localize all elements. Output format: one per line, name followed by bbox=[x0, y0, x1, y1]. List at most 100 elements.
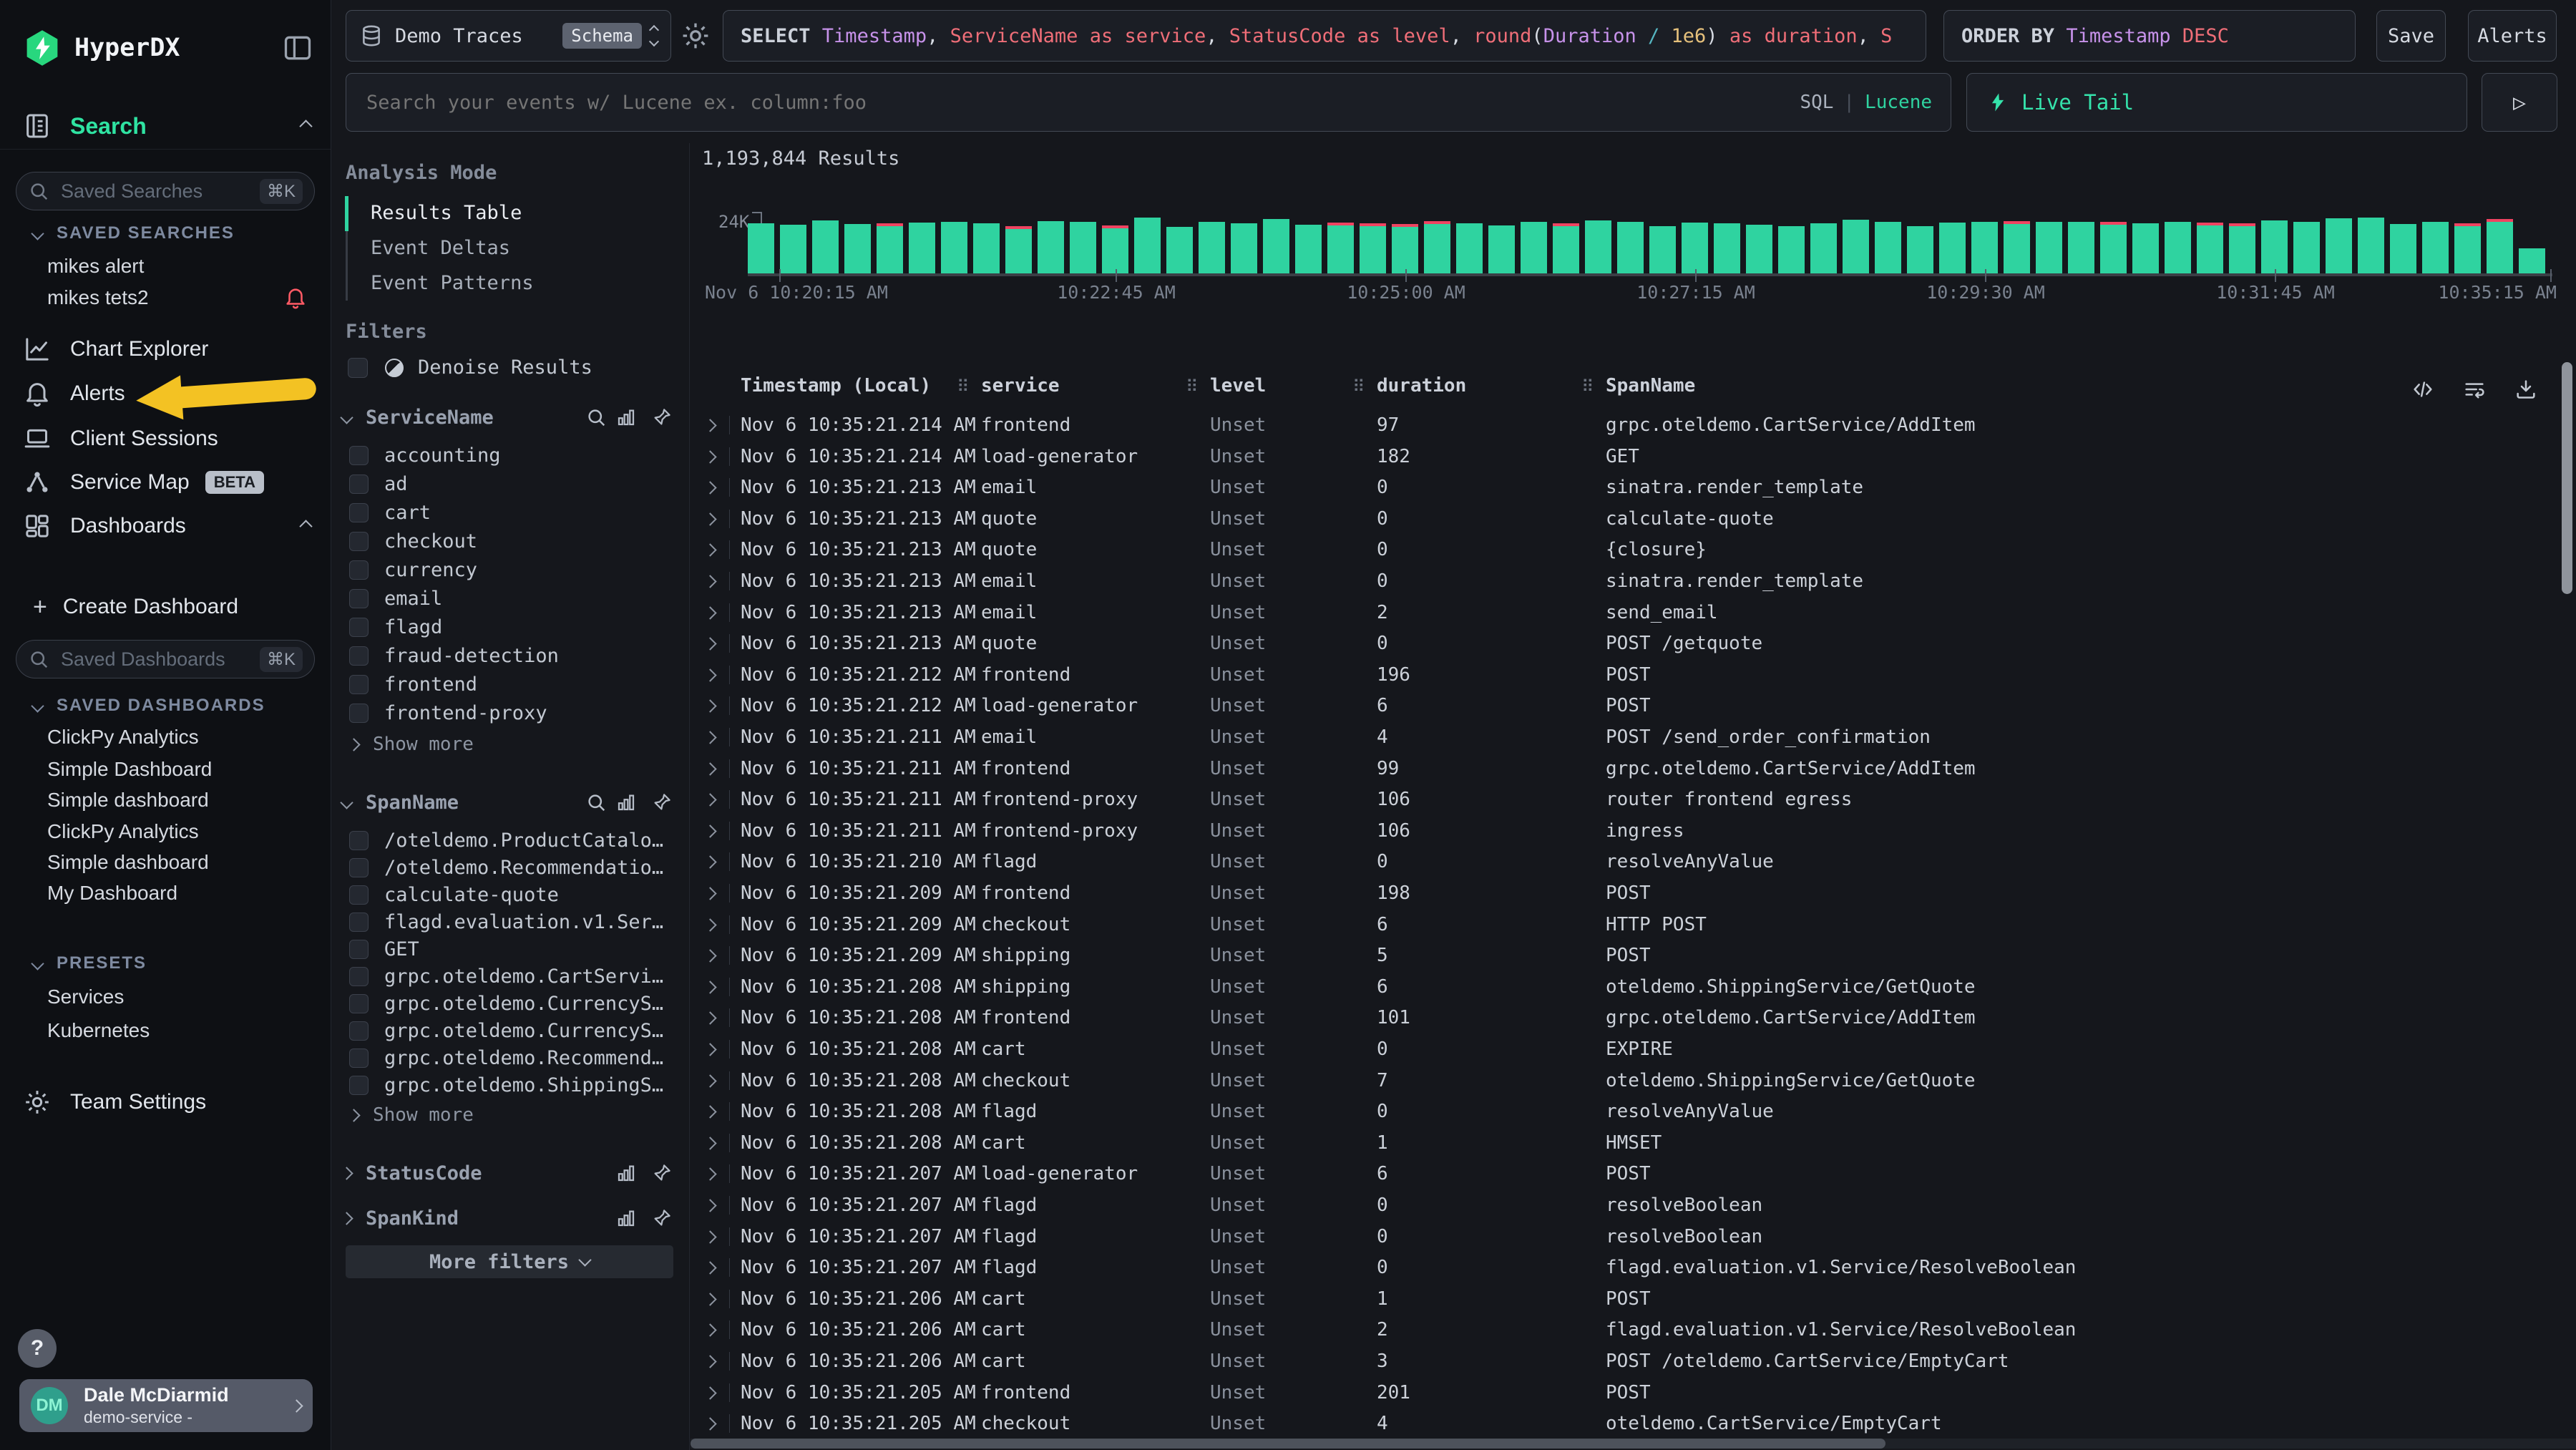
bar-chart-icon[interactable] bbox=[615, 792, 637, 813]
saved-dashboards-search[interactable]: ⌘K bbox=[16, 640, 315, 678]
histogram-bar[interactable] bbox=[1263, 219, 1289, 273]
histogram-bar[interactable] bbox=[1843, 220, 1869, 273]
download-icon[interactable] bbox=[2514, 378, 2537, 401]
checkbox[interactable] bbox=[349, 675, 369, 694]
filter-group-spankind[interactable]: SpanKind bbox=[342, 1206, 675, 1230]
saved-searches-section-header[interactable]: SAVED SEARCHES bbox=[33, 223, 235, 244]
expand-row-icon[interactable] bbox=[703, 1261, 716, 1274]
histogram-bar[interactable] bbox=[2165, 222, 2191, 273]
column-header-level[interactable]: level bbox=[1210, 375, 1266, 396]
sidebar-item-service-map[interactable]: Service MapBETA bbox=[0, 467, 331, 498]
histogram-bar[interactable] bbox=[1360, 223, 1386, 273]
filter-value-row[interactable]: grpc.oteldemo.CurrencyS… bbox=[349, 1018, 663, 1043]
horizontal-scrollbar-thumb[interactable] bbox=[691, 1439, 1885, 1449]
filter-value-row[interactable]: currency bbox=[349, 558, 477, 582]
filter-value-row[interactable]: grpc.oteldemo.CartServi… bbox=[349, 964, 663, 988]
filter-value-row[interactable]: flagd bbox=[349, 615, 442, 639]
expand-row-icon[interactable] bbox=[703, 700, 716, 713]
checkbox[interactable] bbox=[349, 1076, 369, 1095]
histogram-bar[interactable] bbox=[1424, 221, 1450, 273]
save-button[interactable]: Save bbox=[2376, 10, 2446, 62]
expand-row-icon[interactable] bbox=[703, 419, 716, 432]
expand-row-icon[interactable] bbox=[703, 1137, 716, 1149]
event-search-bar[interactable]: SQL | Lucene bbox=[346, 73, 1951, 132]
table-row[interactable]: Nov 6 10:35:21.213 AMemailUnset0sinatra.… bbox=[691, 472, 2576, 503]
table-row[interactable]: Nov 6 10:35:21.207 AMload-generatorUnset… bbox=[691, 1158, 2576, 1189]
histogram-bar[interactable] bbox=[1392, 224, 1418, 273]
histogram-bar[interactable] bbox=[2100, 222, 2127, 273]
show-more-button[interactable]: Show more bbox=[349, 1104, 474, 1126]
histogram-bar[interactable] bbox=[1778, 226, 1805, 273]
table-row[interactable]: Nov 6 10:35:21.208 AMcartUnset1HMSET bbox=[691, 1127, 2576, 1159]
histogram-bar[interactable] bbox=[973, 223, 1000, 273]
histogram-bar[interactable] bbox=[1456, 223, 1483, 273]
table-row[interactable]: Nov 6 10:35:21.213 AMquoteUnset0calculat… bbox=[691, 503, 2576, 535]
collapse-sidebar-icon[interactable] bbox=[282, 32, 313, 64]
histogram-bar[interactable] bbox=[941, 222, 967, 273]
table-row[interactable]: Nov 6 10:35:21.206 AMcartUnset3POST /ote… bbox=[691, 1346, 2576, 1377]
histogram-bar[interactable] bbox=[1810, 223, 1837, 273]
histogram-bar[interactable] bbox=[1038, 221, 1064, 273]
expand-row-icon[interactable] bbox=[703, 606, 716, 619]
sidebar-item-search[interactable]: Search bbox=[23, 109, 311, 143]
histogram-bar[interactable] bbox=[1617, 222, 1644, 273]
histogram-bar[interactable] bbox=[909, 223, 935, 273]
live-tail-button[interactable]: Live Tail bbox=[1966, 73, 2467, 132]
histogram-bar[interactable] bbox=[2390, 224, 2416, 273]
table-row[interactable]: Nov 6 10:35:21.206 AMcartUnset1POST bbox=[691, 1283, 2576, 1315]
expand-row-icon[interactable] bbox=[703, 1293, 716, 1305]
checkbox[interactable] bbox=[349, 446, 369, 465]
table-row[interactable]: Nov 6 10:35:21.208 AMfrontendUnset101grp… bbox=[691, 1002, 2576, 1033]
table-row[interactable]: Nov 6 10:35:21.213 AMemailUnset0sinatra.… bbox=[691, 565, 2576, 597]
alerts-button[interactable]: Alerts bbox=[2468, 10, 2557, 62]
analysis-mode-event-deltas[interactable]: Event Deltas bbox=[371, 235, 510, 260]
table-row[interactable]: Nov 6 10:35:21.211 AMemailUnset4POST /se… bbox=[691, 721, 2576, 753]
search-icon[interactable] bbox=[585, 407, 607, 428]
help-button[interactable]: ? bbox=[18, 1329, 57, 1368]
table-row[interactable]: Nov 6 10:35:21.213 AMquoteUnset0POST /ge… bbox=[691, 628, 2576, 659]
table-row[interactable]: Nov 6 10:35:21.210 AMflagdUnset0resolveA… bbox=[691, 846, 2576, 877]
create-dashboard-button[interactable]: + Create Dashboard bbox=[33, 591, 238, 623]
checkbox[interactable] bbox=[349, 475, 369, 494]
filter-value-row[interactable]: calculate-quote bbox=[349, 882, 559, 907]
table-row[interactable]: Nov 6 10:35:21.205 AMcheckoutUnset4oteld… bbox=[691, 1408, 2576, 1439]
checkbox[interactable] bbox=[348, 358, 368, 378]
expand-row-icon[interactable] bbox=[703, 949, 716, 962]
histogram-bar[interactable] bbox=[1070, 222, 1096, 273]
bar-chart-icon[interactable] bbox=[615, 1162, 637, 1184]
histogram-bar[interactable] bbox=[2326, 218, 2352, 273]
expand-row-icon[interactable] bbox=[703, 637, 716, 650]
histogram-bar[interactable] bbox=[1649, 226, 1676, 273]
order-by-input[interactable]: ORDER BY Timestamp DESC bbox=[1943, 10, 2356, 62]
saved-dashboard-item[interactable]: ClickPy Analytics bbox=[0, 721, 331, 753]
column-drag-handle-icon[interactable]: ⠿ bbox=[1581, 376, 1594, 396]
filter-value-row[interactable]: email bbox=[349, 586, 442, 610]
saved-dashboard-item[interactable]: Simple dashboard bbox=[0, 847, 331, 878]
filter-value-row[interactable]: frontend-proxy bbox=[349, 701, 547, 725]
data-source-select[interactable]: Demo Traces Schema bbox=[346, 10, 671, 62]
histogram-bar[interactable] bbox=[1875, 222, 1901, 273]
expand-row-icon[interactable] bbox=[703, 544, 716, 557]
filter-value-row[interactable]: GET bbox=[349, 937, 419, 961]
histogram-bar[interactable] bbox=[1682, 223, 1708, 273]
denoise-results-toggle[interactable]: Denoise Results bbox=[348, 356, 592, 379]
histogram-bar[interactable] bbox=[2487, 219, 2513, 273]
histogram-bar[interactable] bbox=[2197, 223, 2223, 273]
table-row[interactable]: Nov 6 10:35:21.213 AMemailUnset2send_ema… bbox=[691, 597, 2576, 628]
histogram-bar[interactable] bbox=[1714, 223, 1740, 273]
more-filters-button[interactable]: More filters bbox=[346, 1245, 673, 1278]
table-row[interactable]: Nov 6 10:35:21.207 AMflagdUnset0resolveB… bbox=[691, 1189, 2576, 1221]
source-settings-gear-icon[interactable] bbox=[680, 20, 711, 52]
expand-row-icon[interactable] bbox=[703, 1199, 716, 1212]
table-row[interactable]: Nov 6 10:35:21.214 AMload-generatorUnset… bbox=[691, 441, 2576, 472]
column-drag-handle-icon[interactable]: ⠿ bbox=[1186, 376, 1199, 396]
table-row[interactable]: Nov 6 10:35:21.208 AMshippingUnset6oteld… bbox=[691, 971, 2576, 1003]
filter-value-row[interactable]: /oteldemo.Recommendatio… bbox=[349, 855, 663, 880]
histogram-bar[interactable] bbox=[1295, 225, 1322, 273]
table-row[interactable]: Nov 6 10:35:21.207 AMflagdUnset0flagd.ev… bbox=[691, 1252, 2576, 1283]
histogram-bar[interactable] bbox=[1134, 218, 1161, 273]
checkbox[interactable] bbox=[349, 618, 369, 637]
filter-group-statuscode[interactable]: StatusCode bbox=[342, 1161, 675, 1185]
table-row[interactable]: Nov 6 10:35:21.209 AMcheckoutUnset6HTTP … bbox=[691, 909, 2576, 940]
analysis-mode-results-table[interactable]: Results Table bbox=[371, 200, 522, 225]
